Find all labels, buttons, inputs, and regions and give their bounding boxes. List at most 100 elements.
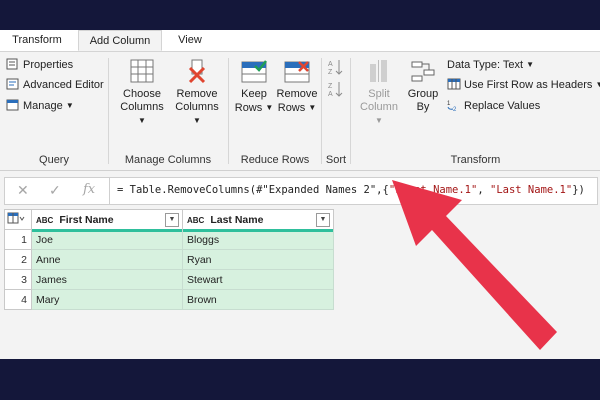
manage-icon	[6, 99, 19, 111]
filter-dropdown-icon[interactable]: ▼	[316, 213, 330, 227]
row-number[interactable]: 3	[4, 269, 32, 290]
cell-first-name[interactable]: James	[31, 269, 183, 290]
formula-arg-2: "Last Name.1"	[490, 184, 573, 196]
tab-view[interactable]: View	[168, 30, 212, 51]
column-header-first-name[interactable]: ABC First Name ▼	[31, 209, 183, 232]
keep-rows-label-2: Rows	[234, 102, 263, 114]
column-header-label: Last Name	[210, 213, 264, 226]
chevron-down-icon: ▼	[265, 103, 274, 112]
svg-text:Z: Z	[328, 69, 333, 76]
confirm-icon[interactable]: ✓	[49, 182, 61, 199]
ribbon: Properties Advanced Editor Manage ▼ Quer…	[0, 52, 600, 171]
group-by-button[interactable]: Group By	[403, 58, 443, 114]
cell-first-name[interactable]: Joe	[31, 229, 183, 250]
formula-prefix: = Table.RemoveColumns(#"Expanded Names 2…	[117, 184, 389, 196]
text-type-icon[interactable]: ABC	[36, 216, 53, 225]
sort-ascending-icon[interactable]: A Z	[328, 58, 344, 76]
group-manage-columns: Choose Columns ▼ Remove Columns ▼ Manage…	[109, 52, 227, 170]
remove-rows-button[interactable]: Remove Rows ▼	[275, 58, 319, 115]
group-reduce-rows-label: Reduce Rows	[240, 154, 310, 166]
formula-bar: ✕ ✓ fx = Table.RemoveColumns(#"Expanded …	[4, 177, 598, 205]
chevron-down-icon: ▼	[526, 60, 535, 69]
remove-columns-label-2: Columns	[175, 101, 219, 113]
manage-dropdown-icon: ▼	[65, 101, 74, 110]
remove-columns-button[interactable]: Remove Columns ▼	[171, 58, 223, 128]
advanced-editor-button[interactable]: Advanced Editor	[6, 76, 104, 94]
chevron-down-icon: ▼	[193, 116, 201, 125]
ribbon-tabs: Transform Add Column View	[0, 30, 600, 52]
group-by-label-2: By	[416, 101, 430, 113]
column-header-last-name[interactable]: ABC Last Name ▼	[182, 209, 334, 232]
remove-columns-icon	[188, 59, 206, 84]
split-column-label-2: Column	[360, 101, 398, 113]
column-quality-bar	[32, 229, 182, 232]
properties-button[interactable]: Properties	[6, 56, 73, 74]
formula-input[interactable]: = Table.RemoveColumns(#"Expanded Names 2…	[117, 184, 585, 196]
fx-icon[interactable]: fx	[83, 182, 95, 197]
table-row: 3 James Stewart	[4, 269, 334, 290]
text-type-icon[interactable]: ABC	[187, 216, 204, 225]
chevron-down-icon: ▼	[595, 80, 600, 89]
group-transform: Split Column ▼ Group By Data Type: Text …	[351, 52, 600, 170]
data-type-dropdown[interactable]: Data Type: Text ▼	[447, 56, 534, 74]
table-row: 2 Anne Ryan	[4, 249, 334, 270]
group-by-label-1: Group	[407, 88, 439, 100]
advanced-editor-label: Advanced Editor	[23, 79, 104, 91]
use-first-row-button[interactable]: Use First Row as Headers ▼	[447, 76, 600, 94]
svg-text:A: A	[328, 91, 333, 98]
split-column-button[interactable]: Split Column ▼	[357, 58, 401, 128]
chevron-down-icon: ▼	[138, 116, 146, 125]
remove-rows-label-1: Remove	[276, 88, 318, 100]
replace-values-button[interactable]: 1 2 Replace Values	[447, 97, 540, 115]
replace-values-icon: 12	[447, 101, 457, 111]
table-row: 4 Mary Brown	[4, 289, 334, 310]
column-header-label: First Name	[59, 213, 114, 226]
formula-suffix: })	[572, 184, 585, 196]
data-table: ABC First Name ▼ ABC Last Name ▼ 1 Joe Blo…	[4, 209, 334, 310]
cell-last-name[interactable]: Stewart	[182, 269, 334, 290]
choose-columns-button[interactable]: Choose Columns ▼	[117, 58, 167, 128]
split-column-label-1: Split	[368, 88, 390, 100]
cell-last-name[interactable]: Ryan	[182, 249, 334, 270]
group-reduce-rows: Keep Rows ▼ Remove Rows ▼ Reduce Rows	[229, 52, 321, 170]
group-transform-label: Transform	[450, 154, 501, 166]
cell-first-name[interactable]: Anne	[31, 249, 183, 270]
keep-rows-icon	[241, 60, 267, 83]
remove-rows-icon	[284, 61, 310, 83]
row-number[interactable]: 1	[4, 229, 32, 250]
keep-rows-label-1: Keep	[241, 88, 267, 100]
manage-button[interactable]: Manage ▼	[6, 97, 74, 115]
group-query-label: Query	[39, 154, 69, 166]
formula-controls: ✕ ✓ fx	[5, 178, 110, 204]
keep-rows-button[interactable]: Keep Rows ▼	[233, 58, 275, 115]
manage-label: Manage	[23, 100, 63, 112]
use-first-row-label: Use First Row as Headers	[464, 79, 593, 91]
svg-text:2: 2	[453, 107, 457, 111]
table-menu-button[interactable]	[4, 209, 32, 230]
advanced-editor-icon	[6, 78, 19, 90]
data-grid-area: ABC First Name ▼ ABC Last Name ▼ 1 Joe Blo…	[4, 209, 596, 359]
group-sort: A Z Z A Sort	[322, 52, 350, 170]
properties-label: Properties	[23, 59, 74, 71]
group-query: Properties Advanced Editor Manage ▼ Quer…	[0, 52, 108, 170]
tab-add-column[interactable]: Add Column	[78, 30, 162, 51]
chevron-down-icon: ▼	[375, 116, 383, 125]
choose-columns-icon	[130, 59, 154, 83]
cell-last-name[interactable]: Bloggs	[182, 229, 334, 250]
properties-icon	[6, 58, 18, 70]
cell-first-name[interactable]: Mary	[31, 289, 183, 310]
data-type-label: Data Type: Text	[447, 59, 524, 71]
svg-text:1: 1	[447, 101, 451, 107]
column-quality-bar	[183, 229, 333, 232]
tab-transform[interactable]: Transform	[6, 30, 68, 51]
power-query-window: Transform Add Column View Properties Adv…	[0, 30, 600, 359]
group-sort-label: Sort	[325, 154, 347, 166]
row-number[interactable]: 2	[4, 249, 32, 270]
svg-text:A: A	[328, 61, 333, 68]
sort-descending-icon[interactable]: Z A	[328, 80, 344, 98]
cell-last-name[interactable]: Brown	[182, 289, 334, 310]
table-row: 1 Joe Bloggs	[4, 229, 334, 250]
filter-dropdown-icon[interactable]: ▼	[165, 213, 179, 227]
row-number[interactable]: 4	[4, 289, 32, 310]
cancel-icon[interactable]: ✕	[17, 182, 29, 199]
